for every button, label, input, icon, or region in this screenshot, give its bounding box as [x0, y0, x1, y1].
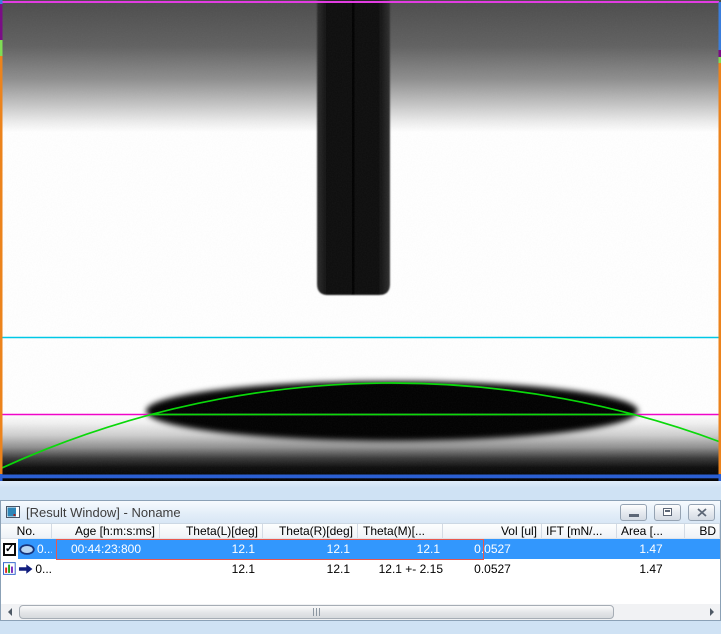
horizontal-scrollbar[interactable]	[1, 604, 720, 620]
cell-theta-m: 12.1 +- 2.15	[358, 559, 443, 578]
result-window-icon	[6, 506, 20, 518]
left-edge-markers	[0, 0, 3, 481]
column-header-no[interactable]: No.	[1, 524, 52, 538]
row-marker-cell: ✓ 0...	[1, 539, 52, 559]
result-window-titlebar[interactable]: [Result Window] - Noname	[1, 501, 720, 524]
cell-bd	[685, 559, 720, 578]
window-title: [Result Window] - Noname	[26, 505, 613, 520]
table-row[interactable]: ✓ 0... 00:44:23:800 12.1 12.1 12.1 0.052…	[1, 539, 720, 559]
cell-ift	[542, 559, 617, 578]
column-header-age[interactable]: Age [h:m:s:ms]	[52, 524, 160, 538]
column-header-bd[interactable]: BD	[685, 524, 720, 538]
bottom-edge-marker	[0, 475, 721, 479]
scroll-left-button[interactable]	[1, 604, 18, 620]
row-number: 0...	[35, 562, 52, 576]
scrollbar-track[interactable]	[18, 604, 703, 620]
cell-vol: 0.0527	[443, 539, 542, 559]
restore-button[interactable]	[654, 504, 681, 521]
right-arrow-icon	[710, 608, 714, 616]
column-header-theta-m[interactable]: Theta(M)[...	[358, 524, 443, 538]
cell-theta-l: 12.1	[160, 559, 263, 578]
cell-theta-r: 12.1	[263, 539, 358, 559]
grip-icon	[319, 608, 320, 616]
restore-icon	[663, 508, 672, 516]
minimize-button[interactable]	[620, 504, 647, 521]
top-magenta-guideline	[2, 1, 719, 3]
close-icon	[697, 508, 707, 517]
cell-bd	[685, 539, 720, 559]
cell-area: 1.47	[617, 559, 685, 578]
grip-icon	[313, 608, 314, 616]
column-header-area[interactable]: Area [...	[617, 524, 685, 538]
cell-age: 00:44:23:800	[52, 539, 160, 559]
table-empty-area	[1, 578, 720, 604]
cell-area: 1.47	[617, 539, 685, 559]
app-root: [Result Window] - Noname No. Age [h:m:s:…	[0, 0, 721, 634]
mdi-client-gap	[0, 481, 721, 500]
cell-theta-r: 12.1	[263, 559, 358, 578]
sensor-noise	[0, 0, 721, 474]
table-row[interactable]: 0... 12.1 12.1 12.1 +- 2.15 0.0527 1.47	[1, 559, 720, 578]
column-header-ift[interactable]: IFT [mN/...	[542, 524, 617, 538]
cell-age	[52, 559, 160, 578]
row-marker-cell: 0...	[1, 559, 52, 578]
column-header-theta-l[interactable]: Theta(L)[deg]	[160, 524, 263, 538]
cell-vol: 0.0527	[443, 559, 542, 578]
cell-theta-l: 12.1	[160, 539, 263, 559]
column-header-vol[interactable]: Vol [ul]	[443, 524, 542, 538]
cell-ift	[542, 539, 617, 559]
checkbox-checked[interactable]: ✓	[3, 543, 16, 556]
camera-view	[0, 0, 721, 481]
grip-icon	[316, 608, 317, 616]
minimize-icon	[629, 514, 639, 517]
table-header: No. Age [h:m:s:ms] Theta(L)[deg] Theta(R…	[1, 524, 720, 539]
scrollbar-thumb[interactable]	[19, 605, 614, 619]
cell-theta-m: 12.1	[358, 539, 443, 559]
bar-chart-icon	[3, 562, 16, 575]
left-arrow-icon	[8, 608, 12, 616]
close-button[interactable]	[688, 504, 715, 521]
arrow-right-icon	[18, 563, 34, 575]
scroll-right-button[interactable]	[703, 604, 720, 620]
eye-icon	[19, 544, 35, 555]
selected-zone: 0...	[18, 539, 54, 559]
result-window: [Result Window] - Noname No. Age [h:m:s:…	[0, 500, 721, 621]
column-header-theta-r[interactable]: Theta(R)[deg]	[263, 524, 358, 538]
